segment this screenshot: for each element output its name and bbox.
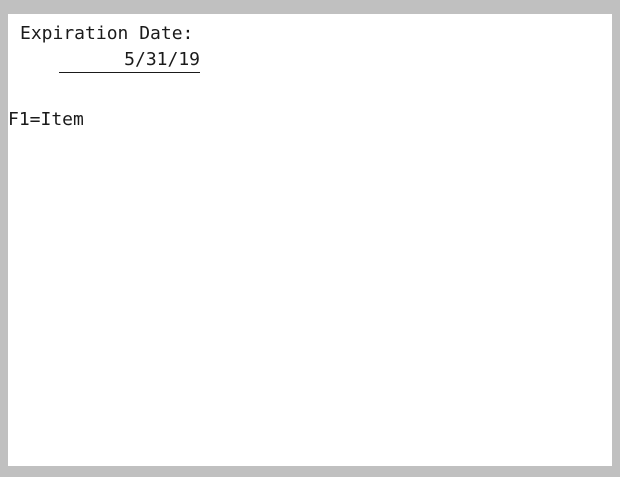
f1-item-hint: F1=Item: [8, 109, 84, 130]
expiration-date-label: Expiration Date:: [20, 23, 194, 44]
terminal-frame: Expiration Date: 5/31/19 F1=Item: [0, 0, 620, 477]
expiration-date-field[interactable]: 5/31/19: [59, 50, 200, 73]
terminal-screen: Expiration Date: 5/31/19 F1=Item: [8, 14, 612, 466]
